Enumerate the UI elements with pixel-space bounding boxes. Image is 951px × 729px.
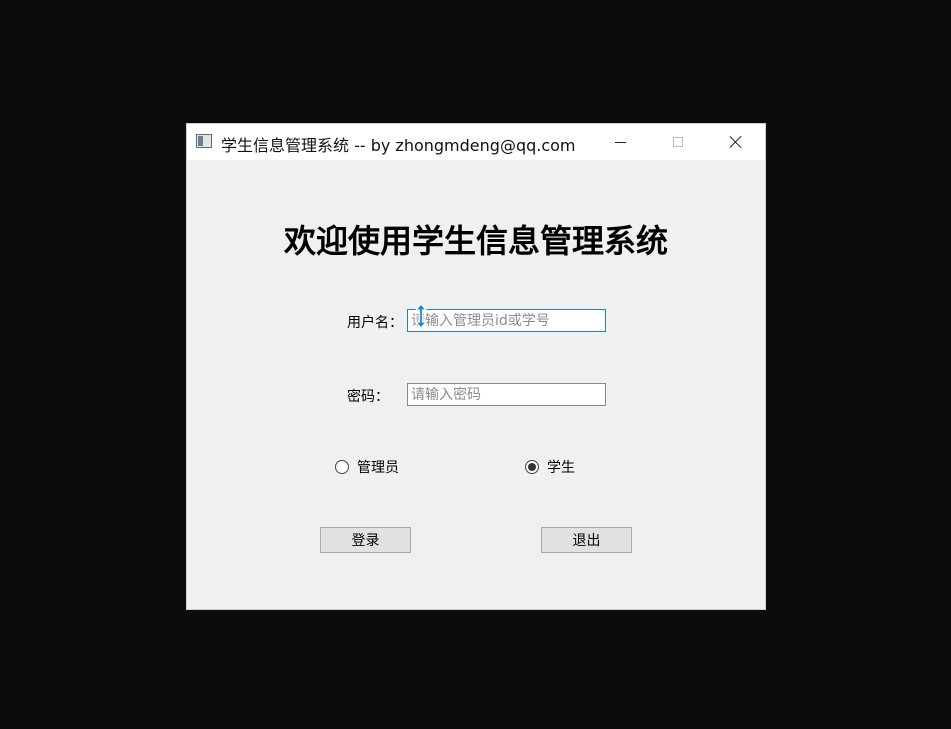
login-window: 学生信息管理系统 -- by zhongmdeng@qq.com 欢迎使用学生信… bbox=[186, 123, 766, 610]
username-input[interactable] bbox=[407, 309, 606, 332]
radio-student-label: 学生 bbox=[547, 460, 575, 476]
username-label: 用户名： bbox=[347, 315, 403, 331]
radio-admin-label: 管理员 bbox=[357, 460, 399, 476]
radio-circle-admin[interactable] bbox=[335, 460, 349, 474]
close-button[interactable] bbox=[713, 124, 759, 160]
radio-circle-student[interactable] bbox=[525, 460, 539, 474]
radio-student[interactable]: 学生 bbox=[525, 457, 575, 477]
close-icon bbox=[729, 135, 743, 149]
radio-admin[interactable]: 管理员 bbox=[335, 457, 399, 477]
app-window-icon bbox=[196, 134, 212, 148]
exit-button[interactable]: 退出 bbox=[541, 527, 632, 553]
password-input[interactable] bbox=[407, 383, 606, 406]
password-label: 密码： bbox=[347, 389, 389, 405]
maximize-icon bbox=[673, 137, 683, 147]
minimize-icon bbox=[614, 141, 626, 143]
maximize-button[interactable] bbox=[655, 124, 701, 160]
resize-vertical-cursor-icon bbox=[415, 303, 427, 329]
minimize-button[interactable] bbox=[597, 124, 643, 160]
welcome-heading: 欢迎使用学生信息管理系统 bbox=[283, 222, 668, 260]
title-bar[interactable]: 学生信息管理系统 -- by zhongmdeng@qq.com bbox=[187, 124, 765, 160]
window-title: 学生信息管理系统 -- by zhongmdeng@qq.com bbox=[221, 136, 576, 155]
login-button[interactable]: 登录 bbox=[320, 527, 411, 553]
